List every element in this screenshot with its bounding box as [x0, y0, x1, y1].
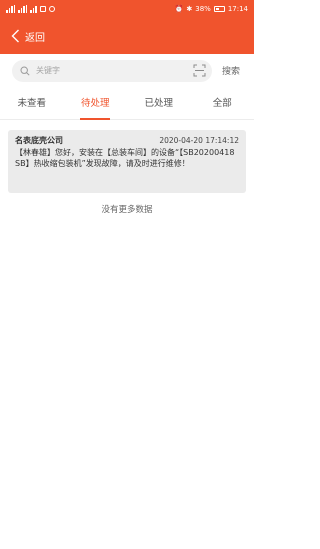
alarm-icon: ⏰ [174, 5, 184, 13]
back-arrow-icon[interactable] [8, 27, 22, 45]
battery-percent: 38% [195, 5, 211, 13]
search-input[interactable] [36, 66, 193, 75]
message-card[interactable]: 名表底壳公司 2020-04-20 17:14:12 【林春雄】您好，安装在【总… [8, 130, 246, 193]
wifi-icon [30, 5, 37, 13]
message-text: 【林春雄】您好，安装在【总装车间】的设备“【SB20200418SB】热收缩包装… [15, 148, 235, 168]
clock-time: 17:14 [227, 5, 248, 13]
tab-pending[interactable]: 待处理 [64, 90, 128, 120]
search-button[interactable]: 搜索 [222, 64, 240, 77]
search-box[interactable] [12, 59, 212, 82]
filter-tabs: 未查看 待处理 已处理 全部 [0, 90, 254, 120]
signal-2-icon [18, 5, 27, 13]
search-row: 搜索 [0, 54, 254, 87]
battery-icon [213, 6, 225, 12]
shield-icon [39, 6, 46, 12]
search-icon [20, 65, 30, 76]
bluetooth-icon: ✱ [186, 5, 193, 13]
navigation-bar: 返回 [0, 18, 254, 54]
status-right: ⏰ ✱ 38% 17:14 [175, 5, 248, 13]
no-more-data-label: 没有更多数据 [101, 205, 153, 215]
message-company: 名表底壳公司 [15, 136, 63, 145]
message-datetime: 2020-04-20 17:14:12 [159, 136, 239, 145]
signal-icon [6, 5, 15, 13]
tab-unviewed[interactable]: 未查看 [0, 90, 64, 119]
scan-icon[interactable] [193, 64, 206, 77]
message-icon [48, 6, 55, 12]
status-left-icons [6, 5, 55, 13]
tab-processed[interactable]: 已处理 [127, 90, 191, 119]
back-button[interactable]: 返回 [25, 29, 45, 44]
tab-all[interactable]: 全部 [191, 90, 255, 119]
status-bar: ⏰ ✱ 38% 17:14 [0, 0, 254, 18]
